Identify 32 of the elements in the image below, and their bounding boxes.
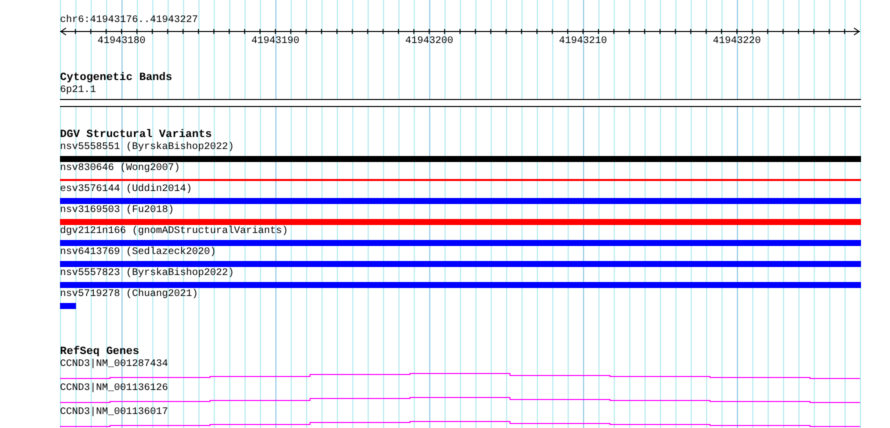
variant-bar[interactable] <box>60 303 76 309</box>
variant-bar[interactable] <box>60 156 861 162</box>
variant-bar[interactable] <box>60 198 861 204</box>
track-title: Cytogenetic Bands <box>60 72 174 85</box>
feature-label: 6p21.1 <box>60 85 98 97</box>
feature-label: dgv2121n166 (gnomADStructuralVariants) <box>60 226 290 238</box>
feature-label: CCND3|NM_001287434 <box>60 359 170 371</box>
tick-label: 41943190 <box>251 36 300 48</box>
feature-label: nsv5719278 (Chuang2021) <box>60 289 200 301</box>
feature-label: nsv3169503 (Fu2018) <box>60 205 176 217</box>
tick-label: 41943210 <box>559 36 608 48</box>
variant-line[interactable] <box>60 179 861 181</box>
tick-label: 41943220 <box>712 36 761 48</box>
feature-label: nsv6413769 (Sedlazeck2020) <box>60 247 218 259</box>
feature-label: CCND3|NM_001136126 <box>60 383 170 395</box>
variant-bar[interactable] <box>60 240 861 246</box>
feature-label: esv3576144 (Uddin2014) <box>60 184 194 196</box>
feature-label: nsv5558551 (ByrskaBishop2022) <box>60 142 236 154</box>
gene-model-line[interactable] <box>60 397 861 404</box>
gene-model-line[interactable] <box>60 373 861 380</box>
feature-label: nsv830646 (Wong2007) <box>60 163 182 175</box>
feature-label: nsv5557823 (ByrskaBishop2022) <box>60 268 236 280</box>
track-title: RefSeq Genes <box>60 346 140 358</box>
variant-bar[interactable] <box>60 261 861 267</box>
variant-bar[interactable] <box>60 282 861 288</box>
tick-label: 41943180 <box>98 36 146 48</box>
tick-label: 41943200 <box>405 36 454 48</box>
gene-model-line[interactable] <box>60 421 861 428</box>
track-title: DGV Structural Variants <box>60 129 213 142</box>
feature-label: CCND3|NM_001136017 <box>60 407 170 419</box>
variant-bar[interactable] <box>60 219 861 225</box>
location-title: chr6:41943176..41943227 <box>60 15 200 27</box>
